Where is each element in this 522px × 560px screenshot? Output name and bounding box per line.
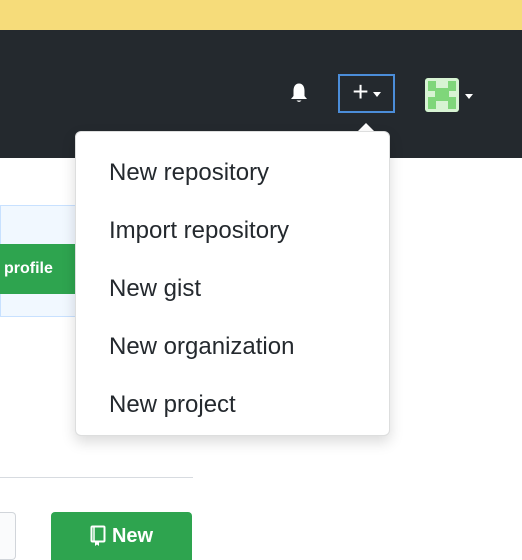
bell-icon[interactable] [290, 82, 308, 104]
menu-item-new-organization[interactable]: New organization [109, 335, 294, 359]
menu-item-import-repository[interactable]: Import repository [109, 219, 289, 243]
announcement-banner [0, 0, 522, 30]
create-new-dropdown-menu: New repository Import repository New gis… [75, 131, 390, 436]
create-new-dropdown-button[interactable]: + [338, 74, 395, 113]
chevron-down-icon [372, 92, 381, 97]
chevron-down-icon [465, 93, 473, 99]
menu-item-new-repository[interactable]: New repository [109, 161, 269, 185]
section-divider [0, 477, 193, 478]
filter-input-edge[interactable] [0, 512, 16, 560]
avatar [425, 78, 459, 112]
user-menu-button[interactable] [425, 78, 473, 112]
menu-item-new-project[interactable]: New project [109, 393, 236, 417]
repo-icon [90, 525, 106, 546]
profile-button[interactable]: profile [0, 244, 84, 294]
new-button-label: New [111, 524, 154, 547]
plus-icon: + [352, 76, 369, 107]
new-repository-button[interactable]: New [51, 512, 192, 560]
menu-item-new-gist[interactable]: New gist [109, 277, 201, 301]
